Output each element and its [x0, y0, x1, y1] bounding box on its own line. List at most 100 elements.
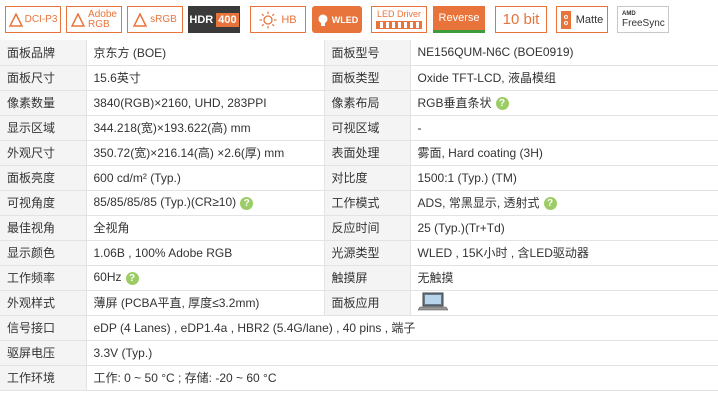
spec-label: 外观尺寸: [0, 140, 86, 166]
sun-icon: [259, 11, 277, 28]
spec-value: 京东方 (BOE): [93, 45, 167, 60]
spec-value: 工作: 0 ~ 50 °C ; 存储: -20 ~ 60 °C: [93, 371, 277, 385]
feature-badge-bar: DCI-P3 Adobe RGB sRGB HDR 400 HB WLED LE…: [0, 0, 718, 40]
spec-value-cell: 600 cd/m² (Typ.): [85, 165, 324, 191]
badge-reverse: Reverse: [433, 6, 485, 33]
badge-label: Matte: [575, 13, 604, 26]
help-icon[interactable]: ?: [543, 197, 557, 211]
spec-value: WLED , 15K小时 , 含LED驱动器: [417, 246, 589, 260]
spec-label: 面板品牌: [0, 40, 86, 66]
laptop-icon: [416, 292, 449, 311]
spec-value: 15.6英寸: [93, 71, 141, 85]
spec-value-cell: 25 (Typ.)(Tr+Td): [409, 215, 718, 241]
spec-value: 1500:1 (Typ.) (TM): [417, 170, 517, 185]
spec-value-cell: -: [409, 115, 718, 141]
gamut-triangle-icon: [133, 12, 148, 27]
spec-value-cell: 85/85/85/85 (Typ.)(CR≥10)?: [85, 190, 324, 216]
spec-value-cell: 1500:1 (Typ.) (TM): [409, 165, 718, 191]
spec-value-cell: 3840(RGB)×2160, UHD, 283PPI: [85, 90, 324, 116]
spec-value-cell: WLED , 15K小时 , 含LED驱动器: [409, 240, 718, 266]
led-bulb-icon: [318, 14, 328, 26]
badge-label: 10 bit: [502, 10, 540, 28]
spec-label: 面板尺寸: [0, 65, 86, 91]
spec-value: -: [417, 120, 422, 135]
badge-freesync: AMD FreeSync: [617, 6, 669, 33]
badge-label: HDR: [189, 13, 214, 26]
badge-label-line1: AMD: [622, 10, 636, 17]
spec-label: 工作模式: [323, 190, 410, 216]
badge-label: DCI-P3: [24, 13, 58, 25]
spec-row: 工作环境 工作: 0 ~ 50 °C ; 存储: -20 ~ 60 °C: [0, 365, 718, 391]
spec-value: eDP (4 Lanes) , eDP1.4a , HBR2 (5.4G/lan…: [93, 321, 416, 335]
spec-row: 可视角度 85/85/85/85 (Typ.)(CR≥10)? 工作模式 ADS, 常…: [0, 190, 718, 216]
spec-value-cell: 薄屏 (PCBA平直, 厚度≤3.2mm): [85, 290, 324, 316]
badge-srgb: sRGB: [127, 6, 183, 33]
spec-value: 雾面, Hard coating (3H): [417, 146, 543, 160]
badge-hdr: HDR 400: [188, 6, 240, 33]
spec-value-cell: RGB垂直条状?: [409, 90, 718, 116]
spec-value-cell: NE156QUM-N6C (BOE0919): [409, 40, 718, 66]
spec-value: 3840(RGB)×2160, UHD, 283PPI: [93, 95, 267, 110]
spec-label: 工作环境: [0, 365, 86, 391]
spec-label: 外观样式: [0, 290, 86, 316]
spec-label: 面板类型: [323, 65, 410, 91]
spec-row: 信号接口 eDP (4 Lanes) , eDP1.4a , HBR2 (5.4G…: [0, 315, 718, 341]
spec-value-cell: eDP (4 Lanes) , eDP1.4a , HBR2 (5.4G/lan…: [85, 315, 718, 341]
spec-label: 工作频率: [0, 265, 86, 291]
badge-dci-p3: DCI-P3: [5, 6, 61, 33]
spec-label: 表面处理: [323, 140, 410, 166]
help-icon[interactable]: ?: [495, 97, 509, 111]
spec-value: 3.3V (Typ.): [93, 345, 153, 360]
gamut-triangle-icon: [71, 12, 86, 27]
spec-label: 光源类型: [323, 240, 410, 266]
spec-label: 面板型号: [323, 40, 410, 66]
spec-value-cell: 60Hz?: [85, 265, 324, 291]
spec-value: NE156QUM-N6C (BOE0919): [417, 45, 574, 60]
spec-value: 无触摸: [417, 271, 454, 285]
spec-value: 25 (Typ.)(Tr+Td): [417, 220, 505, 235]
spec-value-cell: 京东方 (BOE): [85, 40, 324, 66]
spec-label: 像素布局: [323, 90, 410, 116]
spec-label: 面板应用: [323, 290, 410, 316]
spec-value-cell: 350.72(宽)×216.14(高) ×2.6(厚) mm: [85, 140, 324, 166]
spec-label: 信号接口: [0, 315, 86, 341]
spec-value-cell: [409, 290, 718, 316]
matte-swatch-icon: [560, 10, 571, 29]
spec-value: RGB垂直条状: [417, 96, 492, 110]
spec-label: 显示区域: [0, 115, 86, 141]
spec-value: 350.72(宽)×216.14(高) ×2.6(厚) mm: [93, 146, 285, 160]
badge-10bit: 10 bit: [495, 6, 547, 33]
spec-label: 驱屏电压: [0, 340, 86, 366]
spec-row: 显示区域 344.218(宽)×193.622(高) mm 可视区域 -: [0, 115, 718, 141]
spec-value-cell: 344.218(宽)×193.622(高) mm: [85, 115, 324, 141]
spec-row: 外观样式 薄屏 (PCBA平直, 厚度≤3.2mm) 面板应用: [0, 290, 718, 316]
badge-label-line2: RGB: [88, 18, 110, 30]
spec-label: 显示颜色: [0, 240, 86, 266]
spec-value: 344.218(宽)×193.622(高) mm: [93, 121, 251, 135]
spec-value: Oxide TFT-LCD, 液晶模组: [417, 71, 556, 85]
spec-row: 工作频率 60Hz? 触摸屏 无触摸: [0, 265, 718, 291]
spec-row: 外观尺寸 350.72(宽)×216.14(高) ×2.6(厚) mm 表面处理 雾面…: [0, 140, 718, 166]
badge-label: HB: [281, 13, 297, 26]
panel-spec-table: 面板品牌 京东方 (BOE) 面板型号 NE156QUM-N6C (BOE0919) 面…: [0, 40, 718, 391]
spec-label: 触摸屏: [323, 265, 410, 291]
spec-row: 最佳视角 全视角 反应时间 25 (Typ.)(Tr+Td): [0, 215, 718, 241]
spec-value: 600 cd/m² (Typ.): [93, 170, 181, 185]
help-icon[interactable]: ?: [125, 271, 139, 285]
badge-matte: Matte: [556, 6, 608, 33]
spec-row: 面板亮度 600 cd/m² (Typ.) 对比度 1500:1 (Typ.) (TM…: [0, 165, 718, 191]
help-icon[interactable]: ?: [240, 196, 254, 210]
spec-value: 1.06B , 100% Adobe RGB: [93, 245, 233, 260]
spec-label: 可视角度: [0, 190, 86, 216]
spec-row: 面板尺寸 15.6英寸 面板类型 Oxide TFT-LCD, 液晶模组: [0, 65, 718, 91]
spec-value: 全视角: [93, 221, 130, 235]
spec-label: 面板亮度: [0, 165, 86, 191]
badge-led-driver: LED Driver: [371, 6, 427, 33]
led-driver-strip-icon: [376, 21, 422, 29]
spec-value-cell: 1.06B , 100% Adobe RGB: [85, 240, 324, 266]
badge-label-line2: FreeSync: [622, 17, 665, 29]
spec-value-cell: 无触摸: [409, 265, 718, 291]
badge-value: 400: [216, 12, 239, 27]
spec-value-cell: 雾面, Hard coating (3H): [409, 140, 718, 166]
spec-row: 像素数量 3840(RGB)×2160, UHD, 283PPI 像素布局 RGB垂直…: [0, 90, 718, 116]
